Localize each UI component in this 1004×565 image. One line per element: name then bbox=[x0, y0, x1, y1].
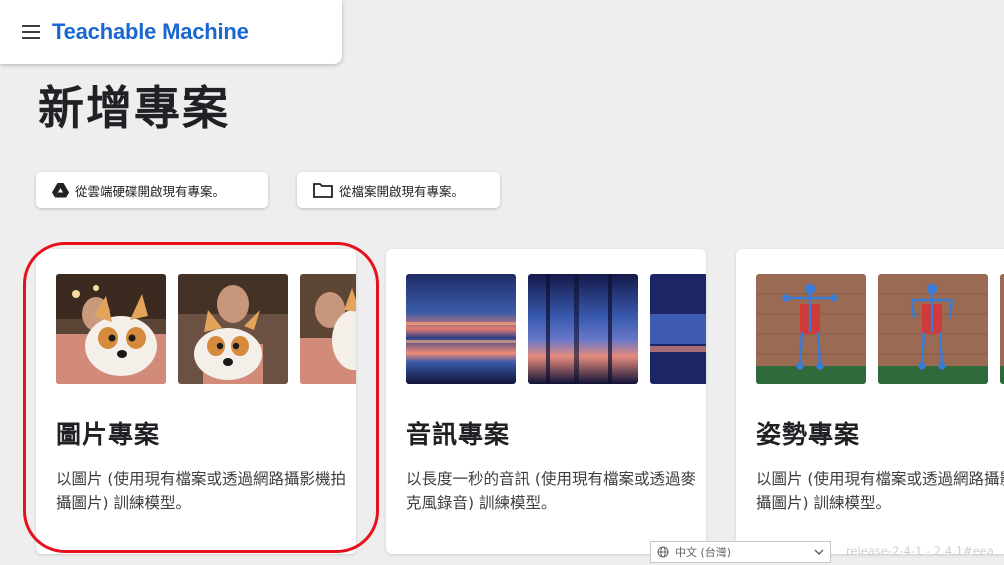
audio-project-description: 以長度一秒的音訊 (使用現有檔案或透過麥克風錄音) 訓練模型。 bbox=[406, 470, 696, 512]
open-from-file-button[interactable]: 從檔案開啟現有專案。 bbox=[297, 172, 500, 208]
corgi-plush-image bbox=[178, 274, 288, 384]
folder-icon bbox=[313, 182, 333, 198]
open-from-drive-label: 從雲端硬碟開啟現有專案。 bbox=[75, 183, 226, 199]
pose-project-title: 姿勢專案 bbox=[756, 420, 861, 449]
language-select[interactable]: 中文 (台灣) bbox=[650, 541, 831, 563]
release-version: release-2-4-1 - 2.4.1#eea bbox=[846, 544, 994, 558]
pose-project-card[interactable]: 姿勢專案 以圖片 (使用現有檔案或透過網路攝影機拍攝圖片) 訓練模型。 bbox=[736, 249, 1004, 554]
globe-icon bbox=[657, 546, 669, 558]
chevron-down-icon bbox=[814, 549, 824, 555]
pose-project-description: 以圖片 (使用現有檔案或透過網路攝影機拍攝圖片) 訓練模型。 bbox=[756, 470, 1004, 512]
language-select-value: 中文 (台灣) bbox=[675, 546, 732, 559]
image-project-card[interactable]: 圖片專案 以圖片 (使用現有檔案或透過網路攝影機拍攝圖片) 訓練模型。 bbox=[36, 249, 356, 554]
spectrogram-image bbox=[406, 274, 516, 384]
open-from-file-label: 從檔案開啟現有專案。 bbox=[339, 183, 465, 199]
pose-skeleton-image bbox=[878, 274, 988, 384]
pose-skeleton-image bbox=[1000, 274, 1004, 384]
corgi-plush-image bbox=[56, 274, 166, 384]
menu-icon[interactable] bbox=[20, 21, 42, 43]
image-project-description: 以圖片 (使用現有檔案或透過網路攝影機拍攝圖片) 訓練模型。 bbox=[56, 470, 346, 512]
app-header: Teachable Machine bbox=[0, 0, 342, 64]
spectrogram-image bbox=[528, 274, 638, 384]
google-drive-icon bbox=[52, 182, 69, 198]
page-title: 新增專案 bbox=[38, 81, 230, 135]
audio-project-title: 音訊專案 bbox=[406, 420, 511, 449]
open-from-drive-button[interactable]: 從雲端硬碟開啟現有專案。 bbox=[36, 172, 268, 208]
image-project-title: 圖片專案 bbox=[56, 420, 161, 449]
app-title[interactable]: Teachable Machine bbox=[52, 19, 249, 45]
spectrogram-image bbox=[650, 274, 706, 384]
pose-skeleton-image bbox=[756, 274, 866, 384]
audio-project-card[interactable]: 音訊專案 以長度一秒的音訊 (使用現有檔案或透過麥克風錄音) 訓練模型。 bbox=[386, 249, 706, 554]
corgi-plush-image bbox=[300, 274, 356, 384]
